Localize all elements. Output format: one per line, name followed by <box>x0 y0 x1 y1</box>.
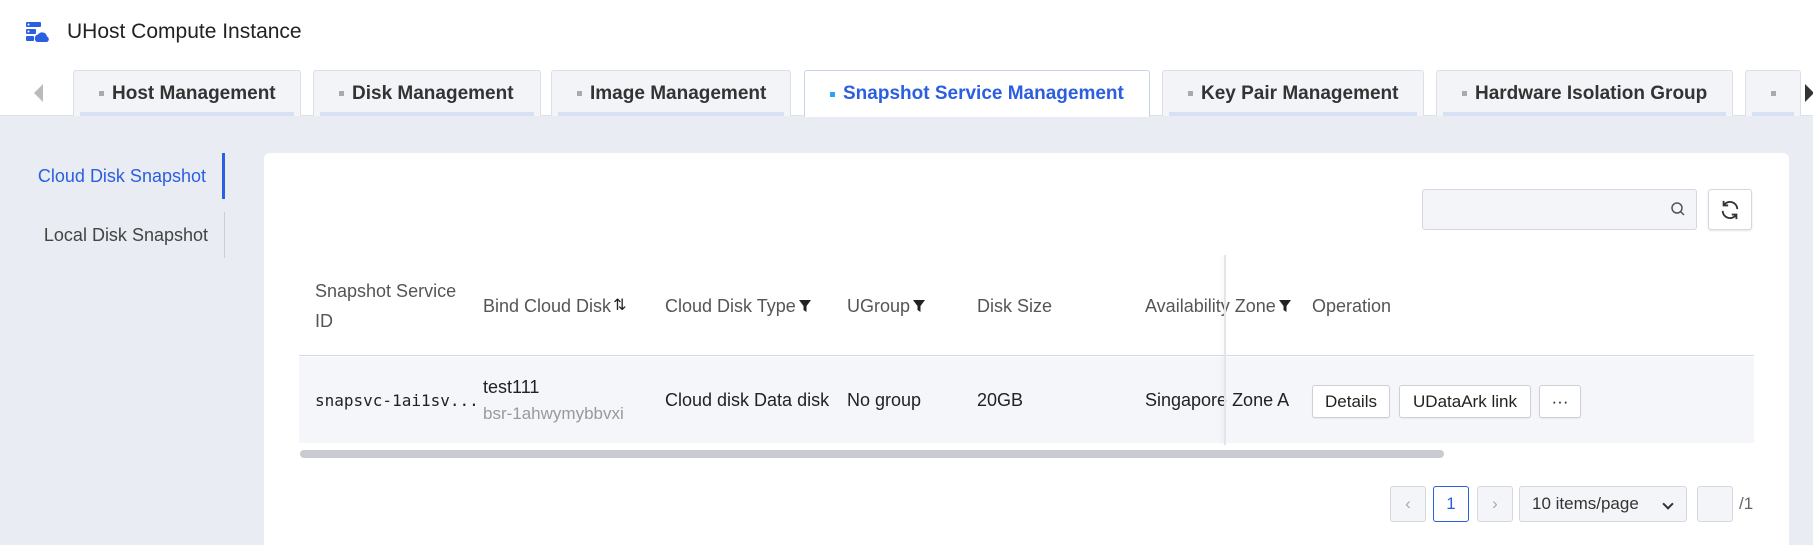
tab-dot-icon <box>99 91 104 96</box>
column-header-disk-size: Disk Size <box>977 256 1052 356</box>
zone-cell: Singapore Zone A <box>1145 389 1290 410</box>
operation-column-divider <box>1224 255 1226 445</box>
more-actions-button[interactable]: ··· <box>1539 385 1581 418</box>
filter-icon[interactable] <box>912 299 926 313</box>
tab-disk-management[interactable]: Disk Management <box>313 70 541 116</box>
main-panel: Snapshot Service ID Bind Cloud Disk ⇅ Cl… <box>264 153 1789 545</box>
tab-dot-icon <box>1462 91 1467 96</box>
sidebar-item-cloud-disk-snapshot[interactable]: Cloud Disk Snapshot <box>0 153 225 199</box>
tab-label: Host Management <box>112 82 276 104</box>
page-size-select[interactable]: 10 items/page <box>1519 486 1687 522</box>
column-label: UGroup <box>847 296 911 316</box>
next-page-button[interactable]: › <box>1477 486 1513 522</box>
tab-snapshot-service-management[interactable]: Snapshot Service Management <box>804 70 1150 117</box>
column-label: Availability Zone <box>1145 296 1276 316</box>
column-label: Bind Cloud Disk <box>483 296 612 316</box>
table-header: Snapshot Service ID Bind Cloud Disk ⇅ Cl… <box>299 256 1754 356</box>
total-pages: /1 <box>1739 494 1754 513</box>
sidebar-item-label: Cloud Disk Snapshot <box>37 165 206 186</box>
sidebar-item-local-disk-snapshot[interactable]: Local Disk Snapshot <box>0 212 225 258</box>
tab-overflow-partial[interactable] <box>1745 70 1801 116</box>
tab-label: Key Pair Management <box>1201 82 1399 104</box>
page-1-button[interactable]: 1 <box>1433 486 1469 522</box>
tab-scroll-left-icon[interactable] <box>34 84 43 102</box>
disk-id: bsr-1ahwymybbvxi <box>483 403 624 423</box>
column-label: Disk Size <box>977 296 1053 316</box>
page-size-label: 10 items/page <box>1532 494 1639 513</box>
column-label: Operation <box>1312 296 1392 316</box>
sidebar-item-label: Local Disk Snapshot <box>43 224 208 245</box>
column-header-operation: Operation <box>1312 256 1391 356</box>
udataark-link-button[interactable]: UDataArk link <box>1399 385 1531 418</box>
ugroup-cell: No group <box>847 389 922 410</box>
tab-label: Hardware Isolation Group <box>1475 82 1708 104</box>
tab-image-management[interactable]: Image Management <box>551 70 791 116</box>
tab-host-management[interactable]: Host Management <box>73 70 301 116</box>
filter-icon[interactable] <box>1278 299 1292 313</box>
tab-dot-icon <box>830 91 835 97</box>
refresh-button[interactable] <box>1708 189 1752 230</box>
prev-page-button[interactable]: ‹ <box>1390 486 1426 522</box>
search-icon[interactable] <box>1670 201 1686 217</box>
horizontal-scrollbar[interactable] <box>300 450 1444 458</box>
tab-dot-icon <box>339 91 344 96</box>
top-header: UHost Compute Instance Host Management D… <box>0 0 1813 117</box>
tab-label: Snapshot Service Management <box>843 83 1124 104</box>
tab-dot-icon <box>1771 91 1776 96</box>
tab-hardware-isolation-group[interactable]: Hardware Isolation Group <box>1436 70 1733 116</box>
table-row: snapsvc-1ai1sv... test111 bsr-1ahwymybbv… <box>299 357 1754 443</box>
tab-dot-icon <box>577 91 582 96</box>
bind-disk-cell: test111 bsr-1ahwymybbvxi <box>483 357 624 443</box>
search-box <box>1422 189 1697 230</box>
tab-key-pair-management[interactable]: Key Pair Management <box>1162 70 1424 116</box>
column-header-bind-disk[interactable]: Bind Cloud Disk ⇅ <box>483 256 626 356</box>
disk-type-cell: Cloud disk Data disk <box>665 389 830 410</box>
sort-icon[interactable]: ⇅ <box>613 291 626 321</box>
refresh-icon <box>1721 200 1739 219</box>
details-button[interactable]: Details <box>1312 385 1390 418</box>
chevron-down-icon <box>1662 498 1674 510</box>
tab-label: Disk Management <box>352 82 514 104</box>
tab-label: Image Management <box>590 82 767 104</box>
column-header-ugroup[interactable]: UGroup <box>847 256 926 356</box>
tab-scroll-right-icon[interactable] <box>1805 84 1813 102</box>
page-title: UHost Compute Instance <box>67 20 302 43</box>
snapshot-id-cell[interactable]: snapsvc-1ai1sv... <box>315 357 479 443</box>
tab-dot-icon <box>1188 91 1193 96</box>
column-label: Cloud Disk Type <box>665 296 796 316</box>
column-header-disk-type[interactable]: Cloud Disk Type <box>665 256 812 356</box>
server-cloud-icon <box>26 22 49 42</box>
search-input[interactable] <box>1423 190 1653 229</box>
filter-icon[interactable] <box>798 299 812 313</box>
column-header-snapshot-id: Snapshot Service ID <box>315 256 465 356</box>
column-header-availability-zone[interactable]: Availability Zone <box>1145 256 1292 356</box>
column-label: Snapshot Service ID <box>315 281 457 331</box>
disk-name[interactable]: test111 <box>483 377 539 398</box>
page-jump-input[interactable] <box>1697 486 1733 522</box>
disk-size-cell: 20GB <box>977 389 1024 410</box>
